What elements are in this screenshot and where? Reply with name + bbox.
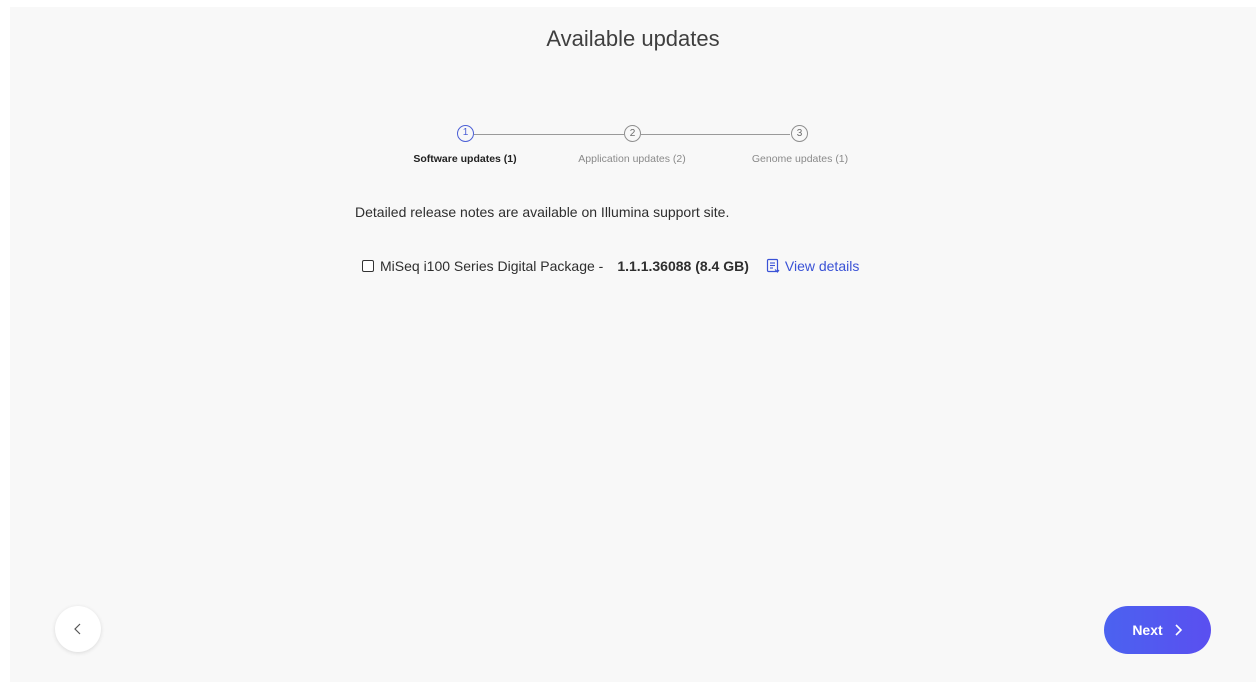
step-3-indicator: 3 <box>791 125 808 142</box>
step-3-label: Genome updates (1) <box>751 153 849 165</box>
view-details-label: View details <box>784 258 860 274</box>
next-button[interactable]: Next <box>1104 606 1211 654</box>
package-checkbox[interactable] <box>362 260 374 272</box>
page-title: Available updates <box>546 26 720 51</box>
update-stepper: 1 Software updates (1) 2 Application upd… <box>0 118 1256 178</box>
release-notes-text: Detailed release notes are available on … <box>355 204 730 220</box>
step-connector <box>474 134 624 135</box>
updates-screen <box>10 7 1256 682</box>
step-connector <box>641 134 790 135</box>
view-details-link[interactable]: View details <box>765 258 859 274</box>
chevron-right-icon <box>1175 624 1182 636</box>
package-version: 1.1.1.36088 (8.4 GB) <box>617 258 749 274</box>
package-name: MiSeq i100 Series Digital Package - <box>380 258 604 274</box>
package-row: MiSeq i100 Series Digital Package - 1.1.… <box>362 258 859 274</box>
next-button-label: Next <box>1132 622 1163 638</box>
step-1-indicator: 1 <box>457 125 474 142</box>
chevron-left-icon <box>74 623 81 635</box>
step-1-label: Software updates (1) <box>413 153 517 165</box>
document-icon <box>766 258 780 273</box>
back-button[interactable] <box>55 606 101 652</box>
step-2-label: Application updates (2) <box>578 153 686 165</box>
step-2-indicator: 2 <box>624 125 641 142</box>
